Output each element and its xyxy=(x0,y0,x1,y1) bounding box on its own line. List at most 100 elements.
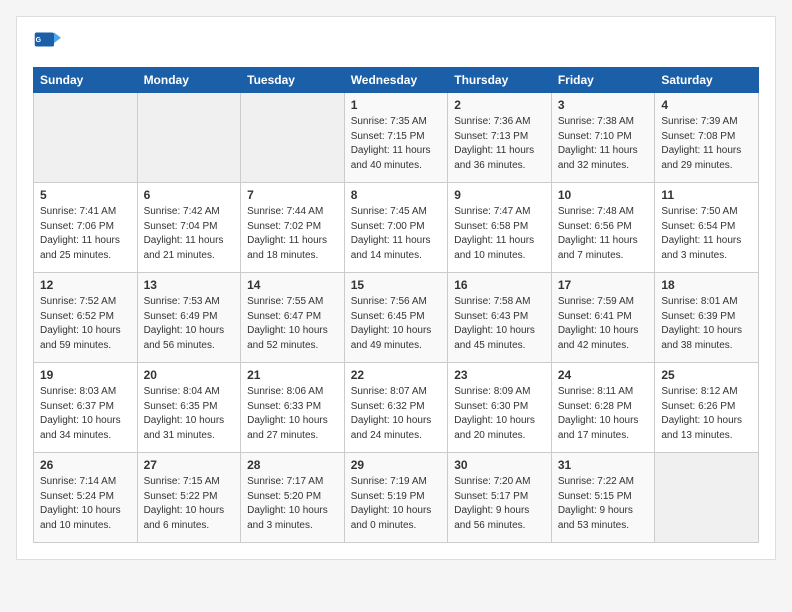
calendar-cell: 9Sunrise: 7:47 AM Sunset: 6:58 PM Daylig… xyxy=(448,183,552,273)
calendar-cell: 24 Sunrise: 8:11 AM Sunset: 6:28 PM Dayli… xyxy=(551,363,655,453)
day-number: 26 xyxy=(40,458,131,472)
header-day: Saturday xyxy=(655,68,759,93)
day-number: 24 xyxy=(558,368,649,382)
day-number: 3 xyxy=(558,98,649,112)
day-number: 4 xyxy=(661,98,752,112)
day-number: 28 xyxy=(247,458,338,472)
day-info: Sunrise: 7:42 AM Sunset: 7:04 PM Dayligh… xyxy=(144,205,235,263)
header-day: Sunday xyxy=(34,68,138,93)
day-info: Sunrise: 8:04 AM Sunset: 6:35 PM Dayligh… xyxy=(144,385,235,443)
day-info: Sunrise: 7:15 AM Sunset: 5:22 PM Dayligh… xyxy=(144,475,235,533)
calendar-cell: 12 Sunrise: 7:52 AM Sunset: 6:52 PM Dayli… xyxy=(34,273,138,363)
day-info: Sunrise: 7:41 AM Sunset: 7:06 PM Dayligh… xyxy=(40,205,131,263)
calendar-cell: 30 Sunrise: 7:20 AM Sunset: 5:17 PM Dayli… xyxy=(448,453,552,543)
day-info: Sunrise: 8:11 AM Sunset: 6:28 PM Dayligh… xyxy=(558,385,649,443)
day-number: 8 xyxy=(351,188,442,202)
calendar-cell: 5 Sunrise: 7:41 AM Sunset: 7:06 PM Daylig… xyxy=(34,183,138,273)
calendar-header: G xyxy=(33,29,759,57)
calendar-cell: 16 Sunrise: 7:58 AM Sunset: 6:43 PM Dayli… xyxy=(448,273,552,363)
day-number: 6 xyxy=(144,188,235,202)
day-info: Sunrise: 7:38 AM Sunset: 7:10 PM Dayligh… xyxy=(558,115,649,173)
day-number: 29 xyxy=(351,458,442,472)
day-number: 16 xyxy=(454,278,545,292)
day-number: 14 xyxy=(247,278,338,292)
day-number: 25 xyxy=(661,368,752,382)
calendar-cell: 13 Sunrise: 7:53 AM Sunset: 6:49 PM Dayli… xyxy=(137,273,241,363)
calendar-cell: 31 Sunrise: 7:22 AM Sunset: 5:15 PM Dayli… xyxy=(551,453,655,543)
svg-text:G: G xyxy=(36,37,42,44)
calendar-cell: 21 Sunrise: 8:06 AM Sunset: 6:33 PM Dayli… xyxy=(241,363,345,453)
day-info: Sunrise: 7:35 AM Sunset: 7:15 PM Dayligh… xyxy=(351,115,442,173)
calendar-week: 5 Sunrise: 7:41 AM Sunset: 7:06 PM Daylig… xyxy=(34,183,759,273)
day-number: 18 xyxy=(661,278,752,292)
day-number: 15 xyxy=(351,278,442,292)
day-number: 19 xyxy=(40,368,131,382)
day-info: Sunrise: 7:44 AM Sunset: 7:02 PM Dayligh… xyxy=(247,205,338,263)
day-info: Sunrise: 7:20 AM Sunset: 5:17 PM Dayligh… xyxy=(454,475,545,533)
day-number: 1 xyxy=(351,98,442,112)
day-info: Sunrise: 7:53 AM Sunset: 6:49 PM Dayligh… xyxy=(144,295,235,353)
calendar-cell: 3 Sunrise: 7:38 AM Sunset: 7:10 PM Daylig… xyxy=(551,93,655,183)
day-info: Sunrise: 7:48 AM Sunset: 6:56 PM Dayligh… xyxy=(558,205,649,263)
day-info: Sunrise: 7:55 AM Sunset: 6:47 PM Dayligh… xyxy=(247,295,338,353)
day-number: 20 xyxy=(144,368,235,382)
calendar-cell: 26 Sunrise: 7:14 AM Sunset: 5:24 PM Dayli… xyxy=(34,453,138,543)
calendar-cell: 19 Sunrise: 8:03 AM Sunset: 6:37 PM Dayli… xyxy=(34,363,138,453)
day-number: 31 xyxy=(558,458,649,472)
header-day: Thursday xyxy=(448,68,552,93)
day-info: Sunrise: 8:07 AM Sunset: 6:32 PM Dayligh… xyxy=(351,385,442,443)
calendar-container: G SundayMondayTuesdayWednesdayThursdayFr… xyxy=(16,16,776,560)
day-number: 30 xyxy=(454,458,545,472)
calendar-cell: 28 Sunrise: 7:17 AM Sunset: 5:20 PM Dayli… xyxy=(241,453,345,543)
calendar-cell: 1 Sunrise: 7:35 AM Sunset: 7:15 PM Daylig… xyxy=(344,93,448,183)
day-number: 7 xyxy=(247,188,338,202)
day-info: Sunrise: 7:14 AM Sunset: 5:24 PM Dayligh… xyxy=(40,475,131,533)
day-info: Sunrise: 8:06 AM Sunset: 6:33 PM Dayligh… xyxy=(247,385,338,443)
day-number: 21 xyxy=(247,368,338,382)
day-number: 17 xyxy=(558,278,649,292)
calendar-week: 12 Sunrise: 7:52 AM Sunset: 6:52 PM Dayli… xyxy=(34,273,759,363)
day-info: Sunrise: 7:45 AM Sunset: 7:00 PM Dayligh… xyxy=(351,205,442,263)
day-number: 11 xyxy=(661,188,752,202)
calendar-cell: 27 Sunrise: 7:15 AM Sunset: 5:22 PM Dayli… xyxy=(137,453,241,543)
day-info: Sunrise: 8:01 AM Sunset: 6:39 PM Dayligh… xyxy=(661,295,752,353)
day-number: 13 xyxy=(144,278,235,292)
day-info: Sunrise: 7:17 AM Sunset: 5:20 PM Dayligh… xyxy=(247,475,338,533)
day-info: Sunrise: 7:58 AM Sunset: 6:43 PM Dayligh… xyxy=(454,295,545,353)
day-number: 9 xyxy=(454,188,545,202)
calendar-cell: 15Sunrise: 7:56 AM Sunset: 6:45 PM Dayli… xyxy=(344,273,448,363)
day-info: Sunrise: 7:36 AM Sunset: 7:13 PM Dayligh… xyxy=(454,115,545,173)
calendar-cell: 2Sunrise: 7:36 AM Sunset: 7:13 PM Daylig… xyxy=(448,93,552,183)
day-info: Sunrise: 7:22 AM Sunset: 5:15 PM Dayligh… xyxy=(558,475,649,533)
day-number: 22 xyxy=(351,368,442,382)
day-number: 12 xyxy=(40,278,131,292)
header-day: Wednesday xyxy=(344,68,448,93)
day-info: Sunrise: 8:12 AM Sunset: 6:26 PM Dayligh… xyxy=(661,385,752,443)
calendar-week: 1 Sunrise: 7:35 AM Sunset: 7:15 PM Daylig… xyxy=(34,93,759,183)
calendar-week: 19 Sunrise: 8:03 AM Sunset: 6:37 PM Dayli… xyxy=(34,363,759,453)
calendar-cell: 25 Sunrise: 8:12 AM Sunset: 6:26 PM Dayli… xyxy=(655,363,759,453)
calendar-cell: 22 Sunrise: 8:07 AM Sunset: 6:32 PM Dayli… xyxy=(344,363,448,453)
calendar-cell: 11 Sunrise: 7:50 AM Sunset: 6:54 PM Dayli… xyxy=(655,183,759,273)
calendar-cell: 18 Sunrise: 8:01 AM Sunset: 6:39 PM Dayli… xyxy=(655,273,759,363)
day-info: Sunrise: 8:09 AM Sunset: 6:30 PM Dayligh… xyxy=(454,385,545,443)
calendar-cell: 23Sunrise: 8:09 AM Sunset: 6:30 PM Dayli… xyxy=(448,363,552,453)
day-info: Sunrise: 7:19 AM Sunset: 5:19 PM Dayligh… xyxy=(351,475,442,533)
day-number: 27 xyxy=(144,458,235,472)
logo: G xyxy=(33,29,65,57)
calendar-cell: 20 Sunrise: 8:04 AM Sunset: 6:35 PM Dayli… xyxy=(137,363,241,453)
calendar-cell: 17 Sunrise: 7:59 AM Sunset: 6:41 PM Dayli… xyxy=(551,273,655,363)
calendar-cell xyxy=(241,93,345,183)
calendar-cell: 8 Sunrise: 7:45 AM Sunset: 7:00 PM Daylig… xyxy=(344,183,448,273)
day-info: Sunrise: 7:59 AM Sunset: 6:41 PM Dayligh… xyxy=(558,295,649,353)
logo-icon: G xyxy=(33,29,61,57)
header-day: Tuesday xyxy=(241,68,345,93)
day-number: 5 xyxy=(40,188,131,202)
calendar-cell: 7 Sunrise: 7:44 AM Sunset: 7:02 PM Daylig… xyxy=(241,183,345,273)
day-info: Sunrise: 7:50 AM Sunset: 6:54 PM Dayligh… xyxy=(661,205,752,263)
day-info: Sunrise: 7:52 AM Sunset: 6:52 PM Dayligh… xyxy=(40,295,131,353)
calendar-cell xyxy=(137,93,241,183)
calendar-cell: 4Sunrise: 7:39 AM Sunset: 7:08 PM Daylig… xyxy=(655,93,759,183)
day-info: Sunrise: 8:03 AM Sunset: 6:37 PM Dayligh… xyxy=(40,385,131,443)
calendar-cell: 6 Sunrise: 7:42 AM Sunset: 7:04 PM Daylig… xyxy=(137,183,241,273)
